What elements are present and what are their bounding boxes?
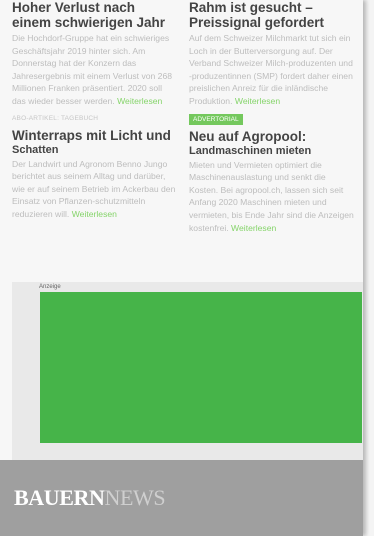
article-teaser: Auf dem Schweizer Milchmarkt tut sich ei… <box>189 32 354 108</box>
logo-part-bauern: BAUERN <box>14 485 105 510</box>
article-grid: Hoher Verlust nach einem schwierigen Jah… <box>12 0 354 234</box>
page-frame: Hoher Verlust nach einem schwierigen Jah… <box>0 0 363 536</box>
article-subtitle[interactable]: Schatten <box>12 144 177 156</box>
ad-banner[interactable] <box>40 292 362 443</box>
read-more-link[interactable]: Weiterlesen <box>235 96 280 106</box>
article-teaser: Mieten und Vermieten optimiert die Masch… <box>189 159 354 235</box>
article-teaser: Der Landwirt und Agronom Benno Jungo ber… <box>12 158 177 221</box>
article-card[interactable]: ABO-ARTIKEL: TAGEBUCH Winterraps mit Lic… <box>12 108 177 235</box>
article-title[interactable]: Rahm ist gesucht – Preissignal gefordert <box>189 0 354 30</box>
article-teaser: Die Hochdorf-Gruppe hat ein schwieriges … <box>12 32 177 108</box>
read-more-link[interactable]: Weiterlesen <box>72 209 117 219</box>
article-card[interactable]: Rahm ist gesucht – Preissignal gefordert… <box>189 0 354 108</box>
article-kicker: ABO-ARTIKEL: TAGEBUCH <box>12 114 99 122</box>
bauernnews-logo[interactable]: BAUERNNEWS <box>14 485 166 511</box>
article-card[interactable]: ADVERTORIAL Neu auf Agropool: Landmaschi… <box>189 108 354 235</box>
ad-label: Anzeige <box>39 284 61 290</box>
article-title[interactable]: Hoher Verlust nach einem schwierigen Jah… <box>12 0 177 30</box>
logo-part-news: NEWS <box>104 485 166 510</box>
read-more-link[interactable]: Weiterlesen <box>117 96 162 106</box>
article-card[interactable]: Hoher Verlust nach einem schwierigen Jah… <box>12 0 177 108</box>
read-more-link[interactable]: Weiterlesen <box>231 223 276 233</box>
article-title[interactable]: Winterraps mit Licht und <box>12 128 177 143</box>
advertorial-badge: ADVERTORIAL <box>189 113 243 125</box>
footer: BAUERNNEWS <box>0 460 363 536</box>
article-subtitle[interactable]: Landmaschinen mieten <box>189 145 354 157</box>
article-title[interactable]: Neu auf Agropool: <box>189 129 354 144</box>
ad-section: Anzeige <box>12 282 363 460</box>
